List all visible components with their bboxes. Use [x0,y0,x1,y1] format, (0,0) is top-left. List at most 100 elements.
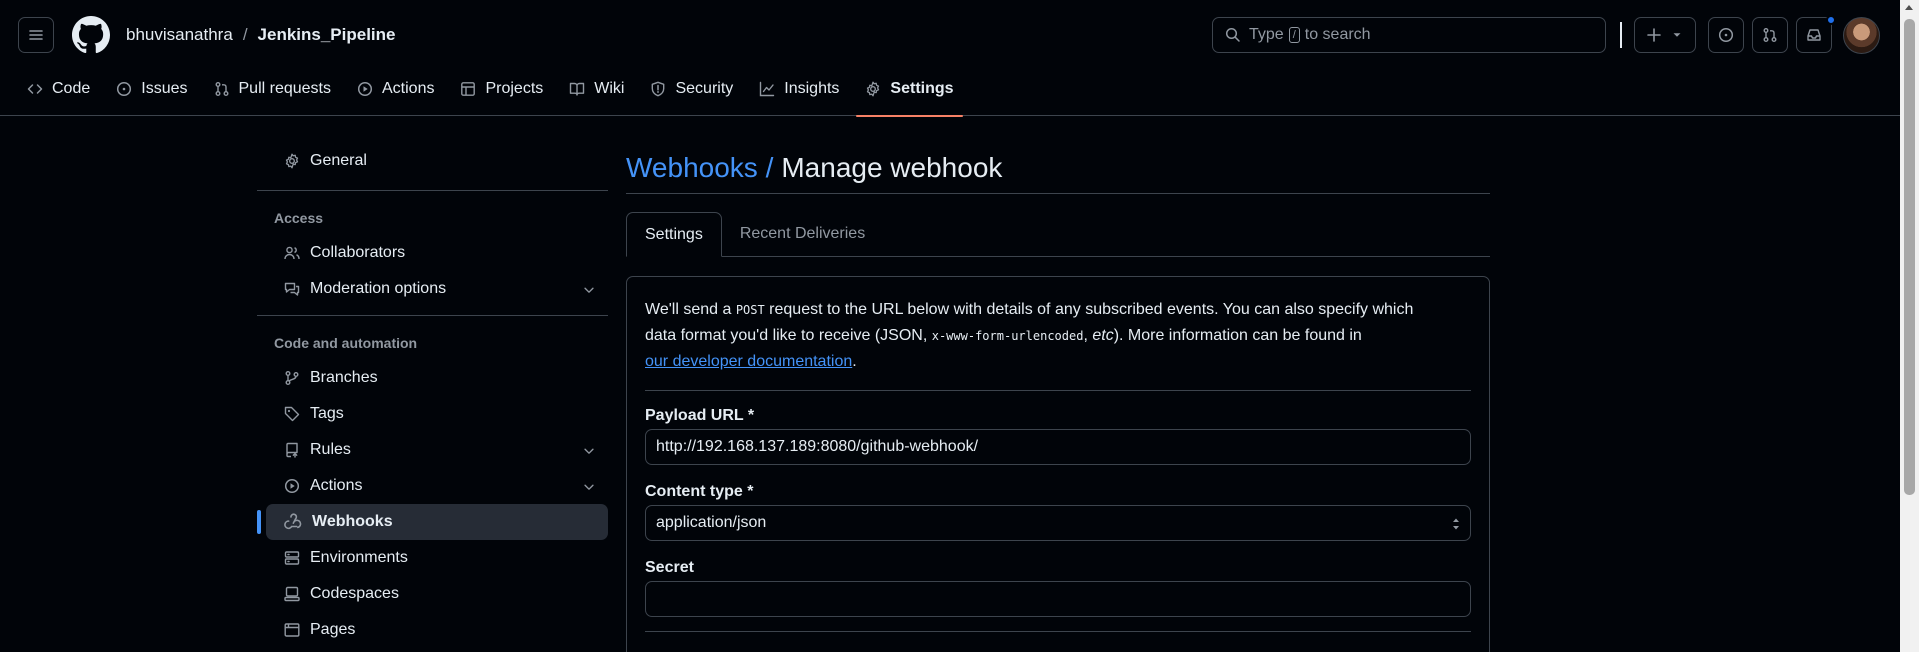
sidebar-item-label: Webhooks [312,513,393,530]
git-branch-icon [285,371,299,385]
issue-icon [1718,27,1734,43]
tab-label: Settings [890,80,954,97]
sidebar-heading-access: Access [274,210,324,226]
repo-breadcrumb: bhuvisanathra / Jenkins_Pipeline [126,25,396,45]
tab-label: Pull requests [238,80,332,97]
breadcrumb-separator: / [242,25,248,44]
developer-documentation-link[interactable]: our developer documentation [645,353,852,370]
issue-icon [117,81,132,97]
sidebar-item-rules[interactable]: Rules [266,432,608,468]
codespaces-icon [284,586,300,602]
tab-actions[interactable]: Actions [348,72,443,106]
play-icon [284,478,300,494]
form-divider [645,390,1471,391]
chevron-down-icon [584,448,594,454]
content-type-select[interactable]: application/json [645,505,1471,541]
sidebar-item-label: Actions [310,477,363,494]
page-title-text: Manage webhook [781,151,1003,183]
search-input[interactable]: Type / to search [1212,17,1606,53]
tab-label: Projects [485,80,544,97]
intro-text-part: , [1083,327,1093,344]
repo-nav: Code Issues Pull requests Actions Projec… [18,72,971,117]
search-placeholder-after: to search [1304,26,1371,43]
sidebar-item-label: Codespaces [310,585,399,602]
sidebar-item-label: Branches [310,369,378,386]
webhook-form: We'll send a POST request to the URL bel… [626,276,1490,652]
sidebar-item-webhooks[interactable]: Webhooks [257,504,608,540]
sidebar-item-environments[interactable]: Environments [266,540,608,576]
graph-icon [760,81,775,97]
pull-request-icon [1763,28,1777,42]
content-type-value: application/json [656,514,767,531]
code-icon [27,84,43,94]
server-icon [284,551,300,565]
intro-text-part: We'll send a [645,301,736,318]
pull-requests-shortcut-button[interactable] [1752,17,1788,53]
browser-icon [284,623,300,637]
gear-icon [867,81,880,97]
plus-icon [1647,28,1661,42]
scroll-up-icon[interactable] [1905,5,1913,10]
tab-projects[interactable]: Projects [451,72,552,106]
play-icon [357,81,373,97]
sidebar-item-label: Moderation options [310,280,447,297]
hamburger-icon [29,30,43,40]
payload-url-input[interactable]: http://192.168.137.189:8080/github-webho… [645,429,1471,465]
sidebar-heading-code-automation: Code and automation [274,335,418,351]
tab-code[interactable]: Code [18,72,99,106]
tab-insights[interactable]: Insights [750,72,848,106]
payload-url-label: Payload URL * [645,407,755,424]
sidebar-item-actions[interactable]: Actions [266,468,608,504]
webhook-tabs: Settings Recent Deliveries [626,212,1490,257]
repo-name-link[interactable]: Jenkins_Pipeline [258,25,396,45]
create-new-button[interactable] [1634,17,1696,53]
intro-text: We'll send a POST request to the URL bel… [645,297,1445,374]
menu-button[interactable] [18,17,54,53]
content-type-label: Content type * [645,483,754,500]
table-icon [461,82,476,96]
webhook-icon [284,513,302,530]
gear-icon [285,153,299,169]
sidebar-item-codespaces[interactable]: Codespaces [266,576,608,612]
urlencoded-code: x-www-form-urlencoded [931,329,1084,343]
secret-input[interactable] [645,581,1471,617]
main-content: Webhooks / Manage webhook Settings Recen… [626,142,1490,652]
tab-label: Actions [382,80,435,97]
sidebar-item-label: General [310,152,367,169]
comment-discussion-icon [284,282,300,296]
sidebar-item-label: Tags [310,405,344,422]
tab-recent-deliveries[interactable]: Recent Deliveries [722,212,883,256]
tab-settings[interactable]: Settings [856,72,963,117]
tab-webhook-settings[interactable]: Settings [626,212,722,257]
etc-text: etc [1092,327,1114,344]
tab-issues[interactable]: Issues [107,72,196,106]
sidebar-item-label: Pages [310,621,356,638]
search-shortcut-key: / [1288,27,1300,43]
sidebar-item-moderation-options[interactable]: Moderation options [266,271,608,307]
issues-shortcut-button[interactable] [1708,17,1744,53]
tab-pull-requests[interactable]: Pull requests [205,72,341,106]
search-placeholder-before: Type [1249,26,1284,43]
sidebar-item-pages[interactable]: Pages [266,612,608,648]
page-scrollbar[interactable] [1900,0,1919,652]
sidebar-item-general[interactable]: General [266,142,608,180]
sidebar-item-branches[interactable]: Branches [266,360,608,396]
sidebar-item-collaborators[interactable]: Collaborators [266,235,608,271]
sidebar-item-label: Environments [310,549,408,566]
post-code: POST [735,303,765,317]
chevron-down-icon [584,484,594,490]
sidebar-item-tags[interactable]: Tags [266,396,608,432]
tab-label: Insights [784,80,840,97]
webhooks-breadcrumb-link[interactable]: Webhooks / [626,152,773,184]
tab-label: Code [52,80,91,97]
tab-label: Issues [141,80,188,97]
scrollbar-thumb[interactable] [1904,19,1915,495]
tab-label: Security [675,80,734,97]
tab-security[interactable]: Security [641,72,742,106]
search-icon [1225,27,1240,42]
user-avatar[interactable] [1843,17,1880,54]
tab-wiki[interactable]: Wiki [560,72,633,106]
github-logo-icon[interactable] [72,16,110,54]
repo-owner-link[interactable]: bhuvisanathra [126,25,233,45]
pull-request-icon [215,82,228,96]
